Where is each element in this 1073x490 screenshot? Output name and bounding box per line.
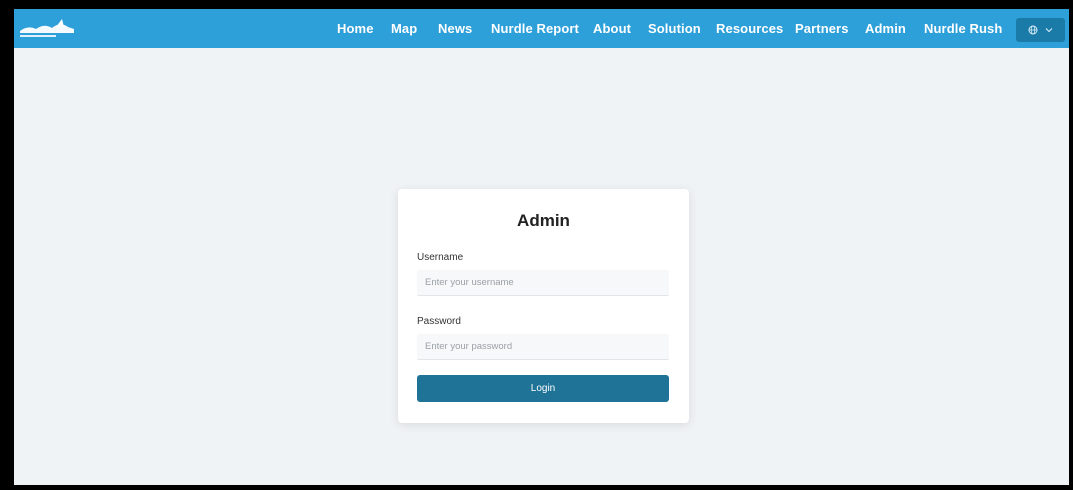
nav-home[interactable]: Home (337, 21, 374, 36)
nav-about[interactable]: About (593, 21, 631, 36)
nav-resources[interactable]: Resources (716, 21, 783, 36)
top-navbar: Home Map News Nurdle Report About Soluti… (14, 9, 1069, 48)
nav-nurdle-rush[interactable]: Nurdle Rush (924, 21, 1002, 36)
nav-admin[interactable]: Admin (865, 21, 906, 36)
chevron-down-icon (1045, 28, 1053, 33)
globe-icon (1028, 25, 1038, 35)
login-button[interactable]: Login (417, 375, 669, 402)
nav-news[interactable]: News (438, 21, 472, 36)
password-input[interactable] (417, 334, 669, 360)
nav-map[interactable]: Map (391, 21, 417, 36)
nav-partners[interactable]: Partners (795, 21, 849, 36)
nav-solution[interactable]: Solution (648, 21, 701, 36)
username-input[interactable] (417, 270, 669, 296)
browser-viewport: Home Map News Nurdle Report About Soluti… (14, 9, 1069, 485)
username-label: Username (417, 252, 464, 263)
nav-links: Home Map News Nurdle Report About Soluti… (14, 9, 1069, 48)
login-title: Admin (517, 211, 570, 230)
password-label: Password (417, 316, 461, 327)
language-selector-button[interactable] (1016, 18, 1065, 42)
admin-login-card: Admin Username Password Login (398, 189, 689, 423)
nav-nurdle-report[interactable]: Nurdle Report (491, 21, 579, 36)
